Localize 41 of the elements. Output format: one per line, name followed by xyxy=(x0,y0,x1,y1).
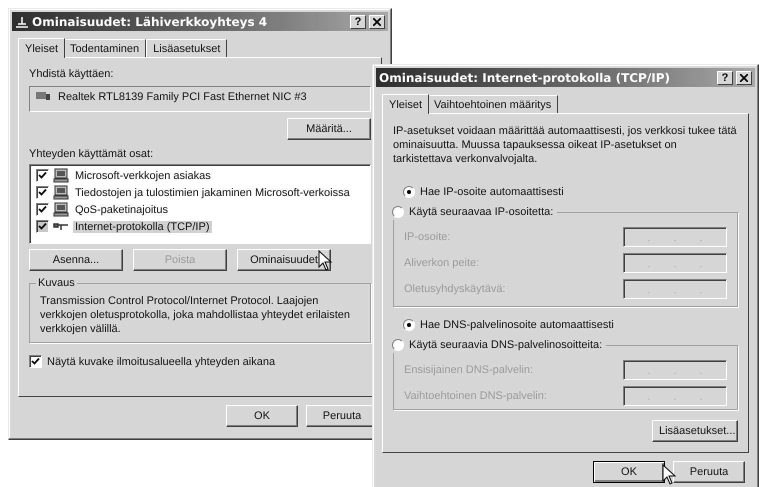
field-label: Vaihtoehtoinen DNS-palvelin: xyxy=(404,390,547,402)
tab[interactable]: Lisäasetukset xyxy=(146,39,228,57)
field-label: Oletusyhdyskäytävä: xyxy=(404,282,506,295)
group-title: Kuvaus xyxy=(36,277,77,289)
radio-label: Hae IP-osoite automaattisesti xyxy=(420,186,564,198)
field-label: Ensisijainen DNS-palvelin: xyxy=(404,364,534,376)
ip-address-field: . . . xyxy=(623,226,727,247)
action-button[interactable]: Asenna... xyxy=(29,249,123,271)
checkbox-label: Näytä kuvake ilmoitusalueella yhteyden aikana xyxy=(47,356,276,368)
field-label: IP-osoite: xyxy=(404,230,450,243)
window-title: Ominaisuudet: Internet-protokolla (TCP/IP) xyxy=(379,70,671,84)
list-item[interactable]: Internet-protokolla (TCP/IP) xyxy=(73,220,212,232)
intro-text: IP-asetukset voidaan määrittää automaattisesti, jos verkkosi tukee tätä ominaisuutta. Muussa tapauksessa oikeat IP-asetukset on tarkistettava verkonvalvojalta. xyxy=(393,124,738,166)
description-text: Transmission Control Protocol/Internet Protocol. Laajojen verkkojen oletusprotokolla, joka mahdollistaa yhteydet erilaisten verkkojen välillä. xyxy=(40,294,352,336)
list-item[interactable]: Microsoft-verkkojen asiakas xyxy=(73,170,213,182)
tab[interactable]: Yleiset xyxy=(18,38,66,58)
section-label: Yhteyden käyttämät osat: xyxy=(29,148,154,160)
dialog-button[interactable]: Peruuta xyxy=(673,461,745,483)
radio-label: Käytä seuraavia DNS-palvelinosoitteita: xyxy=(409,338,602,351)
action-button[interactable]: Ominaisuudet xyxy=(237,249,331,271)
ip-address-field: . . . xyxy=(623,360,727,380)
field-label: Aliverkon peite: xyxy=(404,256,480,269)
dialog-button[interactable]: OK xyxy=(593,461,665,483)
advanced-button[interactable]: Lisäasetukset... xyxy=(652,420,738,442)
tab[interactable]: Todentaminen xyxy=(63,39,146,57)
section-label: Yhdistä käyttäen: xyxy=(29,68,114,80)
tab[interactable]: Vaihtoehtoinen määritys xyxy=(427,95,558,113)
ip-address-field: . . . xyxy=(623,252,727,273)
tab[interactable]: Yleiset xyxy=(382,94,430,114)
help-button[interactable]: ? xyxy=(350,14,366,28)
configure-button[interactable]: Määritä... xyxy=(287,118,371,140)
radio-label: Käytä seuraavaa IP-osoitetta: xyxy=(409,206,554,218)
help-button[interactable]: ? xyxy=(717,70,733,84)
adapter-name: Realtek RTL8139 Family PCI Fast Ethernet NIC #3 xyxy=(58,91,307,103)
list-item[interactable]: Tiedostojen ja tulostimien jakaminen Microsoft-verkoissa xyxy=(73,186,352,198)
dialog-button[interactable]: OK xyxy=(226,405,298,427)
radio-label: Hae DNS-palvelinosoite automaattisesti xyxy=(420,318,614,331)
ip-address-field: . . . xyxy=(623,278,727,299)
ip-address-field: . . . xyxy=(623,386,727,406)
window-title: Ominaisuudet: Lähiverkkoyhteys 4 xyxy=(32,14,268,28)
list-item[interactable]: QoS-paketinajoitus xyxy=(73,204,170,216)
